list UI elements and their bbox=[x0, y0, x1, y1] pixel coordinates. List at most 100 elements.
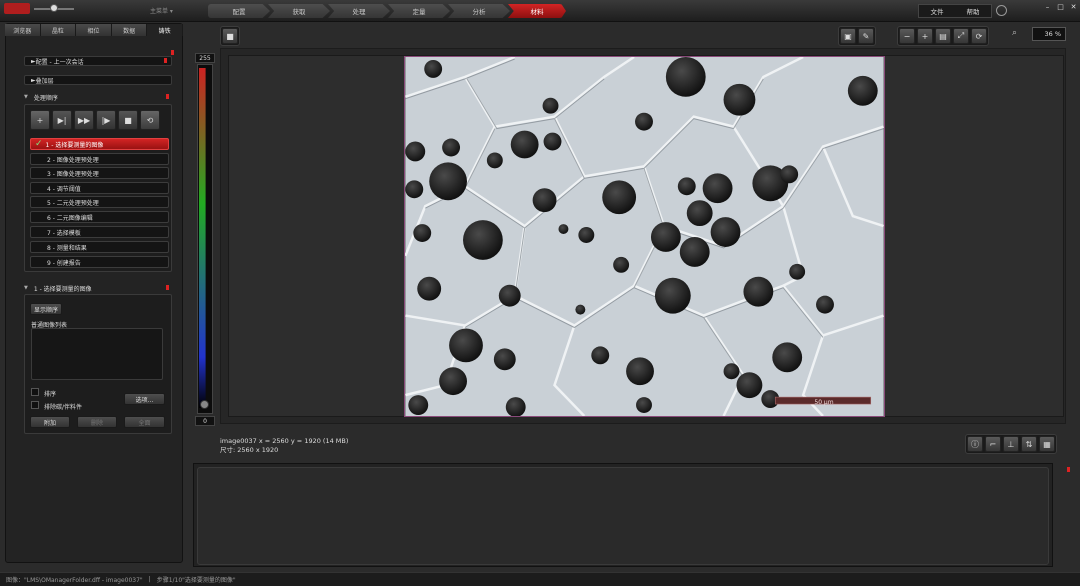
procedure-step-label: 8 - 测量和结果 bbox=[47, 244, 87, 252]
alert-indicator bbox=[164, 58, 167, 63]
procedure-step-label: 9 - 创建报告 bbox=[47, 259, 81, 267]
procedure-step[interactable]: 9 - 创建报告 bbox=[30, 256, 169, 268]
sort-icon[interactable]: ⇅ bbox=[1021, 436, 1037, 452]
workflow-step-quantify[interactable]: 定量 bbox=[388, 4, 450, 18]
image-size: 尺寸: 2560 x 1920 bbox=[220, 446, 279, 454]
config-section[interactable]: ► 配置 - 上一次会话 bbox=[24, 56, 172, 66]
status-separator: | bbox=[148, 576, 151, 583]
status-path: 图像："LMS\OManagerFolder.dff - image0037" bbox=[6, 577, 143, 584]
show-sequence-button[interactable]: 显示顺序 bbox=[30, 303, 62, 315]
exclude-label: 排除碳/伴料件 bbox=[44, 404, 83, 411]
procedure-section-label: 处理顺序 bbox=[33, 94, 58, 102]
fit-width-icon[interactable]: ▤ bbox=[935, 28, 951, 44]
info-icon[interactable]: ⓘ bbox=[967, 436, 983, 452]
tee-icon[interactable]: ⊥ bbox=[1003, 436, 1019, 452]
procedure-step[interactable]: 8 - 测量和结果 bbox=[30, 241, 169, 253]
workflow-step-analyze[interactable]: 分析 bbox=[448, 4, 510, 18]
procedure-step-label: 2 - 图像处理预处理 bbox=[47, 156, 99, 164]
fast-forward-icon[interactable]: ▶▶ bbox=[74, 110, 94, 130]
viewer-toolbar-zoom: − + ▤ ⤢ ⟳ bbox=[897, 26, 989, 46]
logo bbox=[4, 3, 30, 14]
checkmark-icon: ✓ bbox=[35, 139, 43, 149]
workflow-step-config[interactable]: 配置 bbox=[208, 4, 270, 18]
histogram-handle[interactable] bbox=[200, 400, 209, 409]
sort-label: 排序 bbox=[44, 391, 57, 398]
procedure-step[interactable]: 2 - 图像处理预处理 bbox=[30, 153, 169, 165]
micrograph-image[interactable] bbox=[404, 56, 885, 417]
globe-icon[interactable] bbox=[996, 5, 1007, 16]
tab-grain[interactable]: 晶粒 bbox=[40, 24, 77, 36]
selection-section-header[interactable]: ▼ 1 - 选择要测量的图像 bbox=[24, 283, 172, 293]
maximize-button[interactable]: □ bbox=[1055, 3, 1066, 12]
save-icon[interactable]: ▣ bbox=[840, 28, 856, 44]
skip-icon[interactable]: |▶ bbox=[96, 110, 116, 130]
histogram-max: 255 bbox=[195, 53, 215, 63]
procedure-section-header[interactable]: ▼ 处理顺序 bbox=[24, 92, 172, 102]
panel-toggle-icon[interactable]: ■ bbox=[222, 28, 238, 44]
procedure-step[interactable]: 6 - 二元图像编辑 bbox=[30, 211, 169, 223]
status-bar: 图像："LMS\OManagerFolder.dff - image0037" … bbox=[0, 572, 1080, 586]
procedure-step-label: 5 - 二元处理预处理 bbox=[47, 199, 99, 207]
zoom-out-icon[interactable]: − bbox=[899, 28, 915, 44]
config-section-label: 配置 - 上一次会话 bbox=[35, 58, 84, 66]
magnifier-icon[interactable]: ⌕ bbox=[1012, 28, 1024, 40]
workflow-step-material[interactable]: 材料 bbox=[508, 4, 566, 18]
scale-bar-label: 50 μm bbox=[814, 399, 834, 406]
overlay-section[interactable]: ► 叠加层 bbox=[24, 75, 172, 85]
loop-icon[interactable]: ⟲ bbox=[140, 110, 160, 130]
procedure-step-label: 6 - 二元图像编辑 bbox=[47, 214, 93, 222]
overlay-section-label: 叠加层 bbox=[35, 77, 54, 85]
procedure-toolbar: + ▶| ▶▶ |▶ ■ ⟲ bbox=[30, 110, 160, 130]
bottom-toolbar: ⓘ ⌐ ⊥ ⇅ ▦ bbox=[965, 434, 1057, 454]
workflow-step-acquire[interactable]: 获取 bbox=[268, 4, 330, 18]
procedure-step-label: 3 - 图像处理预处理 bbox=[47, 170, 99, 178]
minimize-button[interactable]: – bbox=[1042, 3, 1053, 12]
collapse-icon: ▼ bbox=[24, 285, 28, 291]
alert-indicator bbox=[166, 285, 169, 290]
corner-icon[interactable]: ⌐ bbox=[985, 436, 1001, 452]
close-button[interactable]: ✕ bbox=[1068, 3, 1079, 12]
fit-screen-icon[interactable]: ⤢ bbox=[953, 28, 969, 44]
tab-data[interactable]: 数据 bbox=[111, 24, 148, 36]
edit-icon[interactable]: ✎ bbox=[858, 28, 874, 44]
sort-checkbox[interactable] bbox=[31, 388, 39, 396]
step-forward-icon[interactable]: ▶| bbox=[52, 110, 72, 130]
main-menu-select[interactable]: 主菜单 ▾ bbox=[150, 6, 190, 16]
rotate-icon[interactable]: ⟳ bbox=[971, 28, 987, 44]
viewer-toolbar-left: ■ bbox=[220, 26, 240, 46]
alert-indicator bbox=[171, 50, 174, 55]
workflow-step-process[interactable]: 处理 bbox=[328, 4, 390, 18]
brightness-slider-knob[interactable] bbox=[50, 4, 58, 12]
procedure-step[interactable]: ✓ 1 - 选择要测量的图像 bbox=[30, 138, 169, 150]
add-button[interactable]: 附加 bbox=[30, 416, 70, 428]
add-step-icon[interactable]: + bbox=[30, 110, 50, 130]
menu-help[interactable]: 帮助 bbox=[955, 5, 991, 17]
all-button[interactable]: 全面 bbox=[124, 416, 165, 428]
zoom-in-icon[interactable]: + bbox=[917, 28, 933, 44]
exclude-checkbox[interactable] bbox=[31, 401, 39, 409]
image-list[interactable] bbox=[31, 328, 163, 380]
procedure-step[interactable]: 7 - 选择模板 bbox=[30, 226, 169, 238]
collapse-icon: ▼ bbox=[24, 94, 28, 100]
workflow-steps: 配置 获取 处理 定量 分析 材料 bbox=[208, 4, 566, 19]
zoom-field-wrap: 36 % bbox=[1032, 27, 1066, 41]
alert-indicator bbox=[166, 94, 169, 99]
histogram-min: 0 bbox=[195, 416, 215, 426]
status-step: 步骤1/10"选择要测量的图像" bbox=[156, 577, 236, 584]
gallery-icon[interactable]: ▦ bbox=[1039, 436, 1055, 452]
menu-file[interactable]: 文件 bbox=[919, 5, 955, 17]
procedure-step[interactable]: 3 - 图像处理预处理 bbox=[30, 167, 169, 179]
procedure-step[interactable]: 5 - 二元处理预处理 bbox=[30, 196, 169, 208]
tab-browser[interactable]: 浏览器 bbox=[5, 24, 41, 36]
delete-button[interactable]: 删除 bbox=[77, 416, 117, 428]
zoom-value[interactable]: 36 % bbox=[1032, 27, 1066, 41]
tab-phase[interactable]: 相位 bbox=[76, 24, 112, 36]
tab-cast-iron[interactable]: 铸铁 bbox=[147, 24, 183, 36]
results-area[interactable] bbox=[197, 467, 1049, 565]
window-controls: – □ ✕ bbox=[1042, 3, 1079, 12]
procedure-step-label: 4 - 调节阈值 bbox=[47, 185, 81, 193]
procedure-step[interactable]: 4 - 调节阈值 bbox=[30, 182, 169, 194]
options-button[interactable]: 选项... bbox=[124, 393, 165, 405]
left-panel-tabs: 浏览器 晶粒 相位 数据 铸铁 bbox=[5, 24, 183, 36]
stop-icon[interactable]: ■ bbox=[118, 110, 138, 130]
